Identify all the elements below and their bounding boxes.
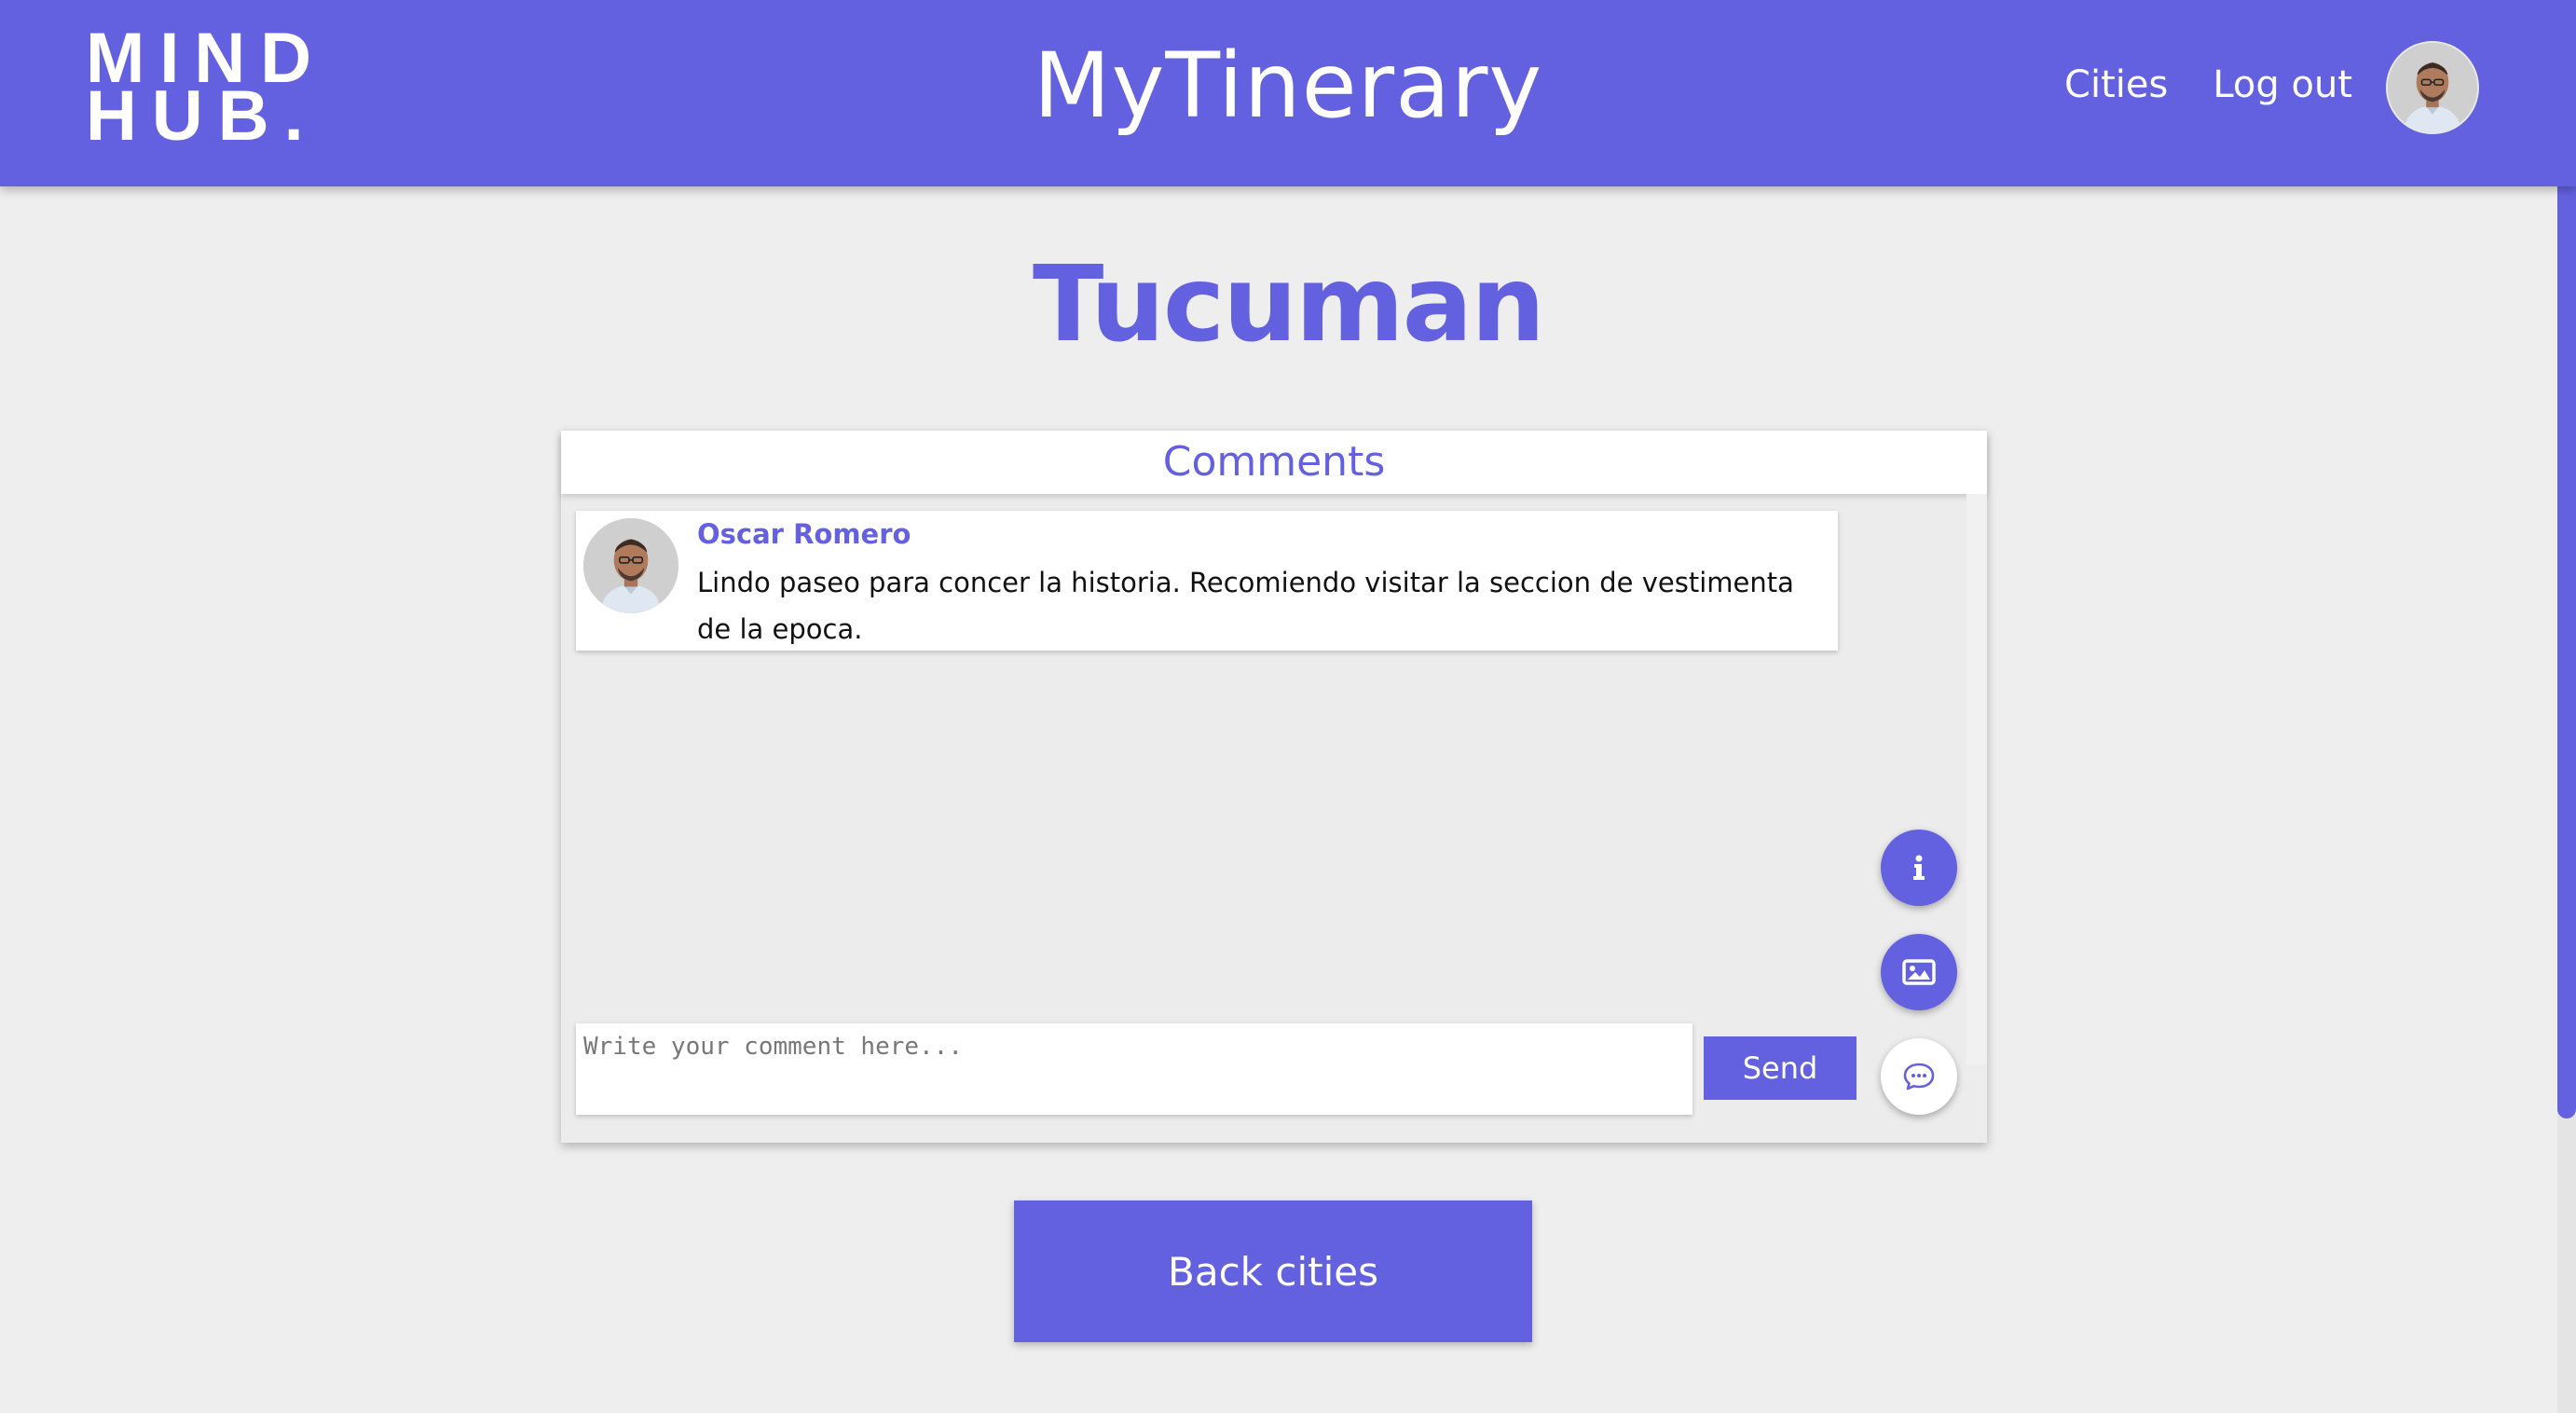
nav-cities-link[interactable]: Cities bbox=[2064, 63, 2168, 106]
info-button[interactable] bbox=[1881, 830, 1957, 906]
back-cities-button[interactable]: Back cities bbox=[1014, 1200, 1532, 1342]
image-icon bbox=[1902, 959, 1936, 985]
top-navbar: MIND HUB. MyTinerary Cities Log out bbox=[0, 0, 2576, 186]
comments-header: Comments bbox=[561, 431, 1987, 494]
image-button[interactable] bbox=[1881, 934, 1957, 1010]
chat-icon bbox=[1903, 1063, 1935, 1091]
comment-author: Oscar Romero bbox=[697, 518, 911, 550]
send-button[interactable]: Send bbox=[1704, 1036, 1857, 1100]
comment-input[interactable] bbox=[576, 1023, 1692, 1115]
comments-panel: Comments Oscar Romero Lindo paseo para c… bbox=[561, 431, 1987, 1143]
comments-scrollbar[interactable] bbox=[1966, 494, 1987, 1064]
comment-item: Oscar Romero Lindo paseo para concer la … bbox=[576, 511, 1838, 651]
nav-links: Cities Log out bbox=[2064, 63, 2352, 106]
comment-text: Lindo paseo para concer la historia. Rec… bbox=[697, 567, 1794, 645]
nav-logout-link[interactable]: Log out bbox=[2213, 63, 2352, 106]
city-title: Tucuman bbox=[1033, 244, 1545, 365]
info-icon bbox=[1913, 855, 1925, 880]
chat-button[interactable] bbox=[1881, 1038, 1957, 1115]
comments-title: Comments bbox=[1162, 438, 1386, 486]
user-avatar[interactable] bbox=[2386, 41, 2479, 134]
person-photo-icon bbox=[2388, 43, 2477, 132]
person-photo-icon bbox=[583, 518, 678, 613]
comment-avatar bbox=[583, 518, 678, 613]
